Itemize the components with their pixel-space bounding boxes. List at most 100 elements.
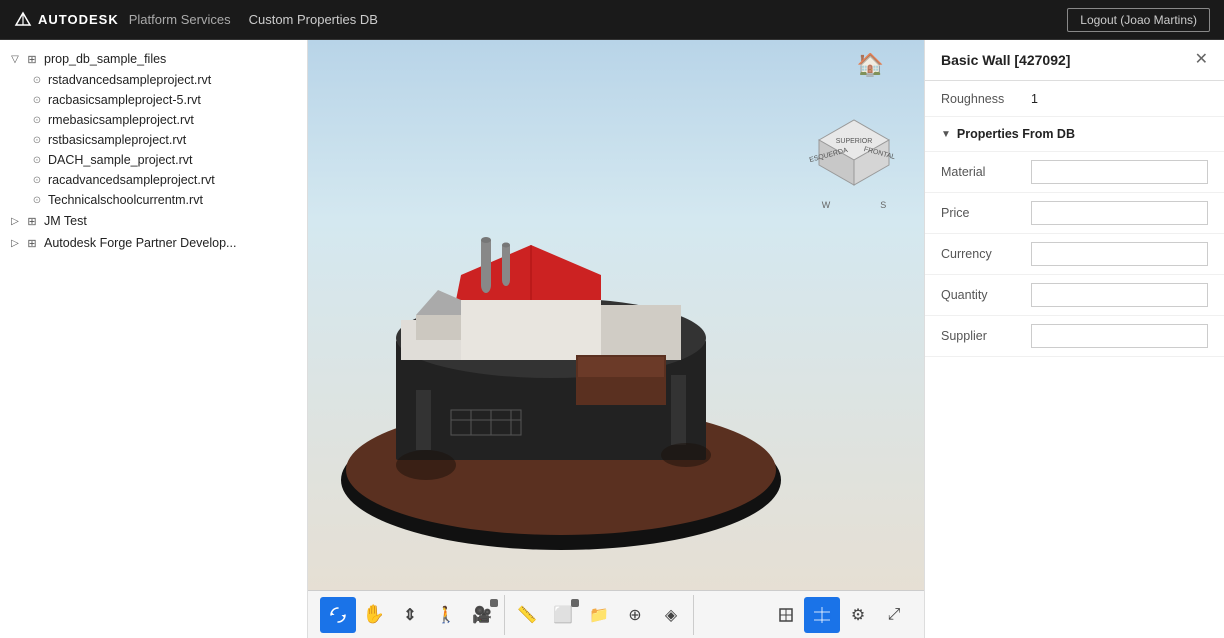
header-left: AUTODESK Platform Services Custom Proper… <box>14 11 378 29</box>
collapse-icon-jm-test: ▷ <box>8 214 22 228</box>
sidebar-children-prop-db: ⊙ rstadvancedsampleproject.rvt ⊙ racbasi… <box>0 70 307 210</box>
structural-button[interactable] <box>768 597 804 633</box>
price-label: Price <box>941 206 1031 220</box>
3d-model <box>308 80 836 580</box>
layers-icon: ◈ <box>665 605 677 625</box>
material-input[interactable] <box>1031 160 1208 184</box>
section-button[interactable]: ⬜ <box>545 597 581 633</box>
sidebar-item-file-2[interactable]: ⊙ rmebasicsampleproject.rvt <box>22 110 307 130</box>
panel-close-button[interactable]: ✕ <box>1195 52 1208 68</box>
file-label-6: Technicalschoolcurrentm.rvt <box>48 193 203 207</box>
file-icon-3: ⊙ <box>30 133 44 147</box>
quantity-label: Quantity <box>941 288 1031 302</box>
autodesk-logo-icon <box>14 11 32 29</box>
orbit-icon <box>328 605 348 625</box>
file-label-0: rstadvancedsampleproject.rvt <box>48 73 211 87</box>
quantity-row: Quantity <box>925 275 1224 316</box>
sidebar-item-file-1[interactable]: ⊙ racbasicsampleproject-5.rvt <box>22 90 307 110</box>
camera-button[interactable]: 🎥 <box>464 597 500 633</box>
file-icon-0: ⊙ <box>30 73 44 87</box>
toolbar-right-group: ⚙ ⤢ <box>764 595 916 635</box>
sidebar-item-file-3[interactable]: ⊙ rstbasicsampleproject.rvt <box>22 130 307 150</box>
file-label-2: rmebasicsampleproject.rvt <box>48 113 194 127</box>
supplier-label: Supplier <box>941 329 1031 343</box>
group-label-jm-test: JM Test <box>44 214 87 228</box>
hub-icon-prop-db: ⊞ <box>24 51 40 67</box>
fullscreen-button[interactable]: ⤢ <box>876 597 912 633</box>
camera-badge <box>490 599 498 607</box>
price-input[interactable] <box>1031 201 1208 225</box>
sidebar-group-jm-test[interactable]: ▷ ⊞ JM Test <box>0 210 307 232</box>
file-label-4: DACH_sample_project.rvt <box>48 153 193 167</box>
app-subtitle: Custom Properties DB <box>249 12 378 27</box>
group-label-forge: Autodesk Forge Partner Develop... <box>44 236 236 250</box>
file-label-3: rstbasicsampleproject.rvt <box>48 133 186 147</box>
settings-icon: ⚙ <box>851 605 865 625</box>
currency-row: Currency <box>925 234 1224 275</box>
price-row: Price <box>925 193 1224 234</box>
roughness-value: 1 <box>1031 92 1208 106</box>
supplier-row: Supplier <box>925 316 1224 357</box>
sidebar-item-file-5[interactable]: ⊙ racadvancedsampleproject.rvt <box>22 170 307 190</box>
section-badge <box>571 599 579 607</box>
supplier-input[interactable] <box>1031 324 1208 348</box>
logout-button[interactable]: Logout (Joao Martins) <box>1067 8 1210 32</box>
properties-from-db-section[interactable]: ▼ Properties From DB <box>925 117 1224 152</box>
platform-services-label: Platform Services <box>129 12 231 27</box>
compass-s: S <box>880 200 886 210</box>
hub-icon-jm-test: ⊞ <box>24 213 40 229</box>
toolbar-navigation-group: ✋ ⇕ 🚶 🎥 <box>316 595 505 635</box>
building-svg <box>308 80 836 580</box>
section-expand-icon: ▼ <box>941 129 951 140</box>
measure-button[interactable]: 📏 <box>509 597 545 633</box>
header: AUTODESK Platform Services Custom Proper… <box>0 0 1224 40</box>
logo: AUTODESK <box>14 11 119 29</box>
file-icon-5: ⊙ <box>30 173 44 187</box>
roughness-label: Roughness <box>941 92 1031 106</box>
properties-panel: Basic Wall [427092] ✕ Roughness 1 ▼ Prop… <box>924 40 1224 638</box>
collapse-icon-prop-db: ▽ <box>8 52 22 66</box>
material-label: Material <box>941 165 1031 179</box>
camera-icon: 🎥 <box>472 605 492 625</box>
currency-label: Currency <box>941 247 1031 261</box>
svg-text:SUPERIOR: SUPERIOR <box>836 138 873 145</box>
panel-title: Basic Wall [427092] <box>941 52 1070 68</box>
structural-icon <box>776 605 796 625</box>
dolly-button[interactable]: ⇕ <box>392 597 428 633</box>
file-icon-6: ⊙ <box>30 193 44 207</box>
roughness-row: Roughness 1 <box>925 81 1224 117</box>
hub-icon-forge: ⊞ <box>24 235 40 251</box>
main-layout: ▽ ⊞ prop_db_sample_files ⊙ rstadvancedsa… <box>0 40 1224 638</box>
sidebar: ▽ ⊞ prop_db_sample_files ⊙ rstadvancedsa… <box>0 40 308 638</box>
autodesk-wordmark: AUTODESK <box>38 12 119 27</box>
pan-button[interactable]: ✋ <box>356 597 392 633</box>
model-browser-button[interactable]: 📁 <box>581 597 617 633</box>
file-icon-1: ⊙ <box>30 93 44 107</box>
walk-button[interactable]: 🚶 <box>428 597 464 633</box>
settings-button[interactable]: ⚙ <box>840 597 876 633</box>
sidebar-group-forge[interactable]: ▷ ⊞ Autodesk Forge Partner Develop... <box>0 232 307 254</box>
sidebar-item-file-6[interactable]: ⊙ Technicalschoolcurrentm.rvt <box>22 190 307 210</box>
view-cube-button[interactable] <box>804 597 840 633</box>
currency-input[interactable] <box>1031 242 1208 266</box>
explode-button[interactable]: ⊕ <box>617 597 653 633</box>
quantity-input[interactable] <box>1031 283 1208 307</box>
section-icon: ⬜ <box>553 605 573 625</box>
home-icon[interactable]: 🏠 <box>857 52 884 78</box>
orbit-button[interactable] <box>320 597 356 633</box>
collapse-icon-forge: ▷ <box>8 236 22 250</box>
viewer[interactable]: 🏠 SUPERIOR ESQUERDA FRONTAL W S <box>308 40 924 638</box>
section-title: Properties From DB <box>957 127 1075 141</box>
fullscreen-icon: ⤢ <box>888 606 901 624</box>
sidebar-group-prop-db[interactable]: ▽ ⊞ prop_db_sample_files <box>0 48 307 70</box>
material-row: Material <box>925 152 1224 193</box>
sidebar-item-file-0[interactable]: ⊙ rstadvancedsampleproject.rvt <box>22 70 307 90</box>
layers-button[interactable]: ◈ <box>653 597 689 633</box>
panel-content: Roughness 1 ▼ Properties From DB Materia… <box>925 81 1224 638</box>
dolly-icon: ⇕ <box>403 605 416 625</box>
sidebar-item-file-4[interactable]: ⊙ DACH_sample_project.rvt <box>22 150 307 170</box>
walk-icon: 🚶 <box>436 605 456 625</box>
file-label-1: racbasicsampleproject-5.rvt <box>48 93 201 107</box>
viewer-toolbar: ✋ ⇕ 🚶 🎥 📏 ⬜ <box>308 590 924 638</box>
file-label-5: racadvancedsampleproject.rvt <box>48 173 215 187</box>
